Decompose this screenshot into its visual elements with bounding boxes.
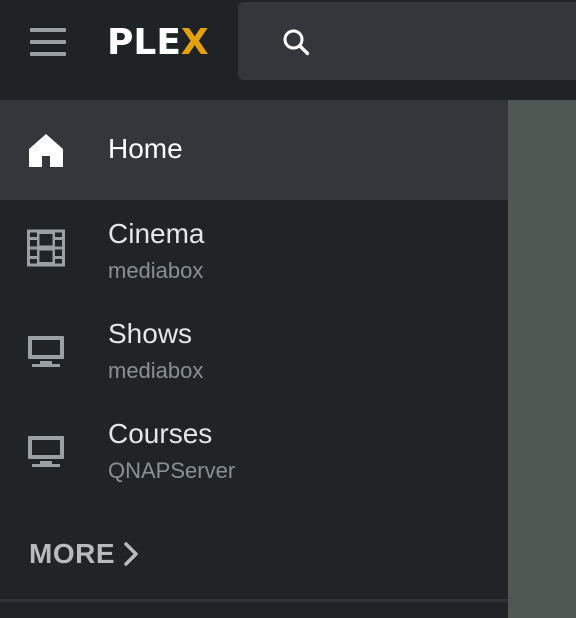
sidebar-item-label: Cinema xyxy=(108,218,205,249)
sidebar-item-subtitle: QNAPServer xyxy=(108,458,236,483)
hamburger-menu-icon[interactable] xyxy=(30,28,66,56)
search-input[interactable] xyxy=(238,2,576,80)
search-icon[interactable] xyxy=(282,28,310,56)
sidebar-item-courses[interactable]: Courses QNAPServer xyxy=(0,400,508,500)
chevron-right-icon xyxy=(124,542,138,566)
sidebar-item-cinema[interactable]: Cinema mediabox xyxy=(0,200,508,300)
top-bar: PLE X xyxy=(0,0,576,100)
plex-logo[interactable]: PLE X xyxy=(107,18,209,66)
home-icon xyxy=(29,134,63,167)
sidebar-item-label: Shows xyxy=(108,318,193,349)
more-label: MORE xyxy=(29,538,115,569)
sidebar-item-label: Home xyxy=(108,133,183,164)
logo-accent: X xyxy=(180,21,209,63)
film-icon xyxy=(27,229,65,267)
monitor-icon xyxy=(28,336,64,367)
more-button[interactable]: MORE xyxy=(29,537,139,571)
sidebar-item-subtitle: mediabox xyxy=(108,358,204,383)
sidebar-item-home[interactable]: Home xyxy=(0,100,508,200)
sidebar-item-label: Courses xyxy=(108,418,213,449)
sidebar-item-shows[interactable]: Shows mediabox xyxy=(0,300,508,400)
monitor-icon xyxy=(28,436,64,467)
sidebar-divider xyxy=(0,599,508,602)
logo-text: PLE xyxy=(107,21,181,63)
sidebar-item-subtitle: mediabox xyxy=(108,258,204,283)
content-background xyxy=(508,100,576,618)
